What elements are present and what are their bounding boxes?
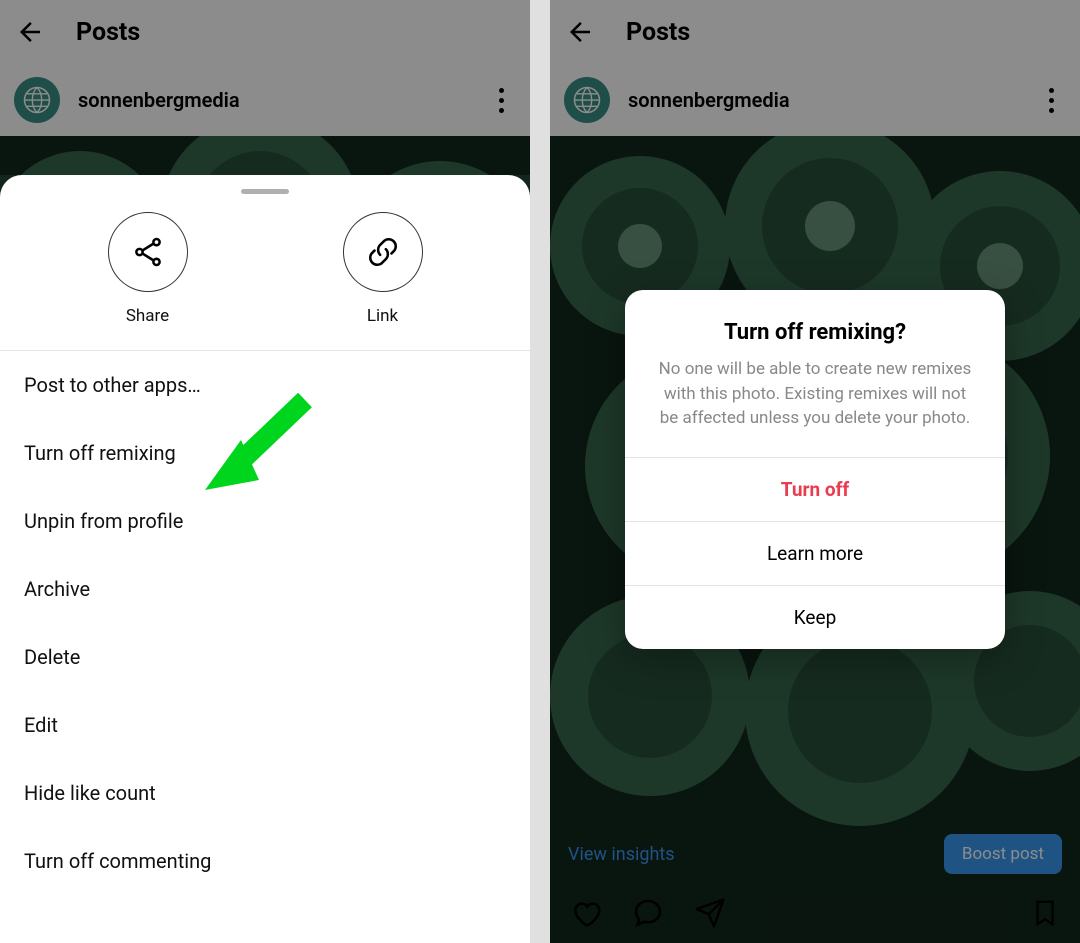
phone-left: Posts sonnenbergmedia bbox=[0, 0, 530, 943]
dim-overlay bbox=[0, 0, 530, 175]
sheet-top-actions: Share Link bbox=[0, 212, 530, 351]
confirm-dialog: Turn off remixing? No one will be able t… bbox=[625, 290, 1005, 649]
phone-right: Posts sonnenbergmedia bbox=[550, 0, 1080, 943]
menu-item-archive[interactable]: Archive bbox=[0, 555, 530, 623]
dialog-message: No one will be able to create new remixe… bbox=[625, 357, 1005, 457]
menu-item-edit[interactable]: Edit bbox=[0, 691, 530, 759]
bottom-sheet: Share Link Post to other apps… Turn off … bbox=[0, 175, 530, 943]
share-label: Share bbox=[126, 306, 169, 326]
share-icon bbox=[131, 235, 165, 269]
link-label: Link bbox=[367, 306, 398, 326]
menu-item-turn-off-commenting[interactable]: Turn off commenting bbox=[0, 827, 530, 895]
menu-list: Post to other apps… Turn off remixing Un… bbox=[0, 351, 530, 895]
link-button[interactable]: Link bbox=[343, 212, 423, 326]
learn-more-button[interactable]: Learn more bbox=[625, 521, 1005, 585]
menu-item-post-apps[interactable]: Post to other apps… bbox=[0, 351, 530, 419]
share-button[interactable]: Share bbox=[108, 212, 188, 326]
menu-item-turn-off-remixing[interactable]: Turn off remixing bbox=[0, 419, 530, 487]
menu-item-hide-like-count[interactable]: Hide like count bbox=[0, 759, 530, 827]
turn-off-button[interactable]: Turn off bbox=[625, 457, 1005, 521]
menu-item-unpin[interactable]: Unpin from profile bbox=[0, 487, 530, 555]
sheet-grabber[interactable] bbox=[241, 189, 289, 194]
divider bbox=[530, 0, 550, 943]
dialog-title: Turn off remixing? bbox=[625, 290, 1005, 357]
link-icon bbox=[366, 235, 400, 269]
keep-button[interactable]: Keep bbox=[625, 585, 1005, 649]
menu-item-delete[interactable]: Delete bbox=[0, 623, 530, 691]
